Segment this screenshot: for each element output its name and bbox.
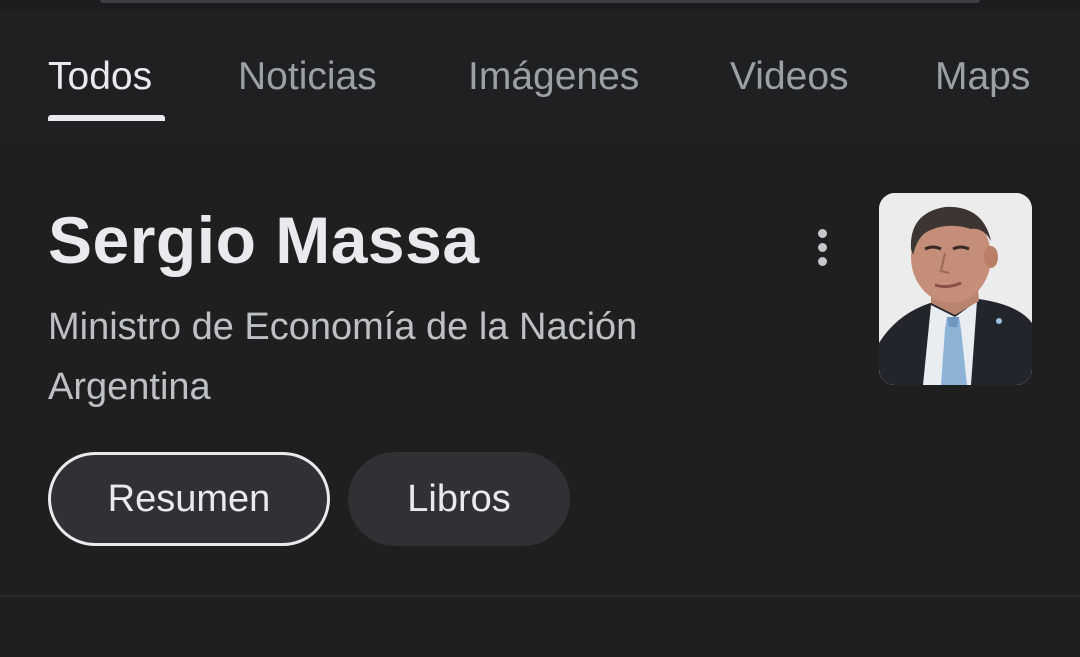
chip-resumen[interactable]: Resumen [48,452,330,546]
chip-libros[interactable]: Libros [348,452,570,546]
more-options-button[interactable] [800,225,844,269]
knowledge-panel: Sergio Massa Ministro de Economía de la … [0,145,1080,595]
active-tab-indicator [48,115,165,121]
tab-noticias[interactable]: Noticias [238,53,377,101]
search-tabs-bar: Todos Noticias Imágenes Videos Maps [0,10,1080,145]
search-bar-edge [0,0,1080,10]
tab-imagenes[interactable]: Imágenes [468,53,639,101]
search-bar-border [100,0,980,3]
search-results-page: Todos Noticias Imágenes Videos Maps Serg… [0,0,1080,657]
tab-todos[interactable]: Todos [48,53,152,101]
tab-videos[interactable]: Videos [730,53,849,101]
results-continuation [0,597,1080,657]
person-portrait-icon [879,193,1032,385]
entity-photo[interactable] [879,193,1032,385]
more-vert-icon [817,228,827,266]
entity-subtitle: Ministro de Economía de la Nación Argent… [48,306,638,408]
tab-maps[interactable]: Maps [935,53,1030,101]
entity-title: Sergio Massa [48,203,480,277]
